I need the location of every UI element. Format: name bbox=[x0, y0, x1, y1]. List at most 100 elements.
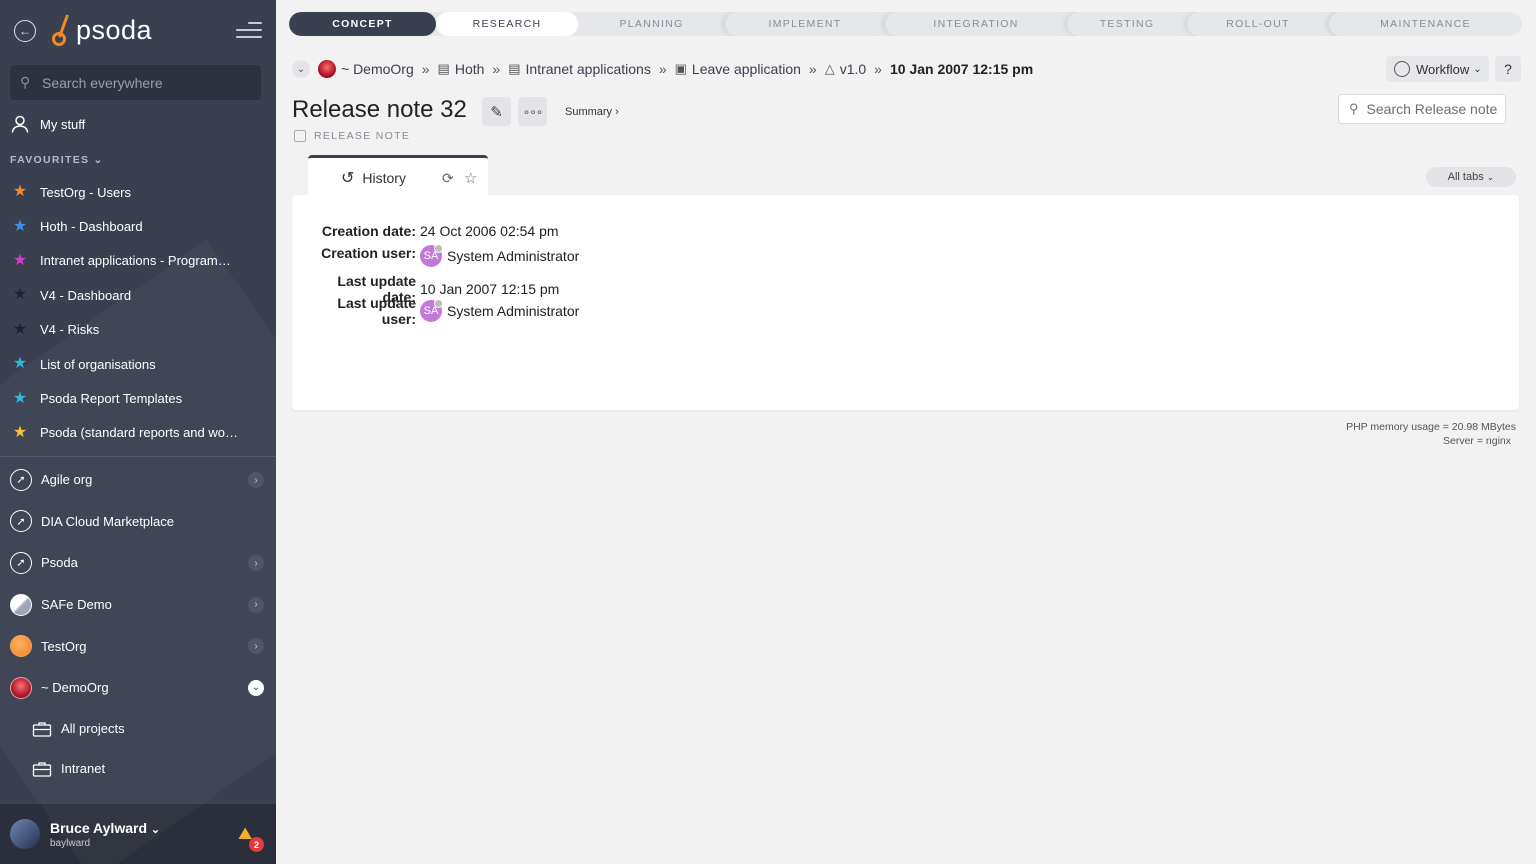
favourite-item[interactable]: ★ Psoda Report Templates bbox=[10, 381, 270, 415]
footer: PHP memory usage = 20.98 MBytes Server =… bbox=[1346, 420, 1516, 448]
favourite-item[interactable]: ★ V4 - Risks bbox=[10, 313, 270, 347]
phase-planning[interactable]: PLANNING bbox=[578, 12, 725, 36]
user-icon bbox=[11, 115, 29, 133]
user-username: baylward bbox=[50, 837, 91, 849]
star-icon: ★ bbox=[12, 389, 28, 407]
workflow-button[interactable]: Workflow ⌄ bbox=[1386, 56, 1489, 82]
star-icon: ★ bbox=[12, 183, 28, 201]
user-link[interactable]: System Administrator bbox=[447, 248, 579, 264]
workflow-label: Workflow bbox=[1416, 61, 1470, 77]
star-icon: ★ bbox=[12, 320, 28, 338]
org-item-dia-cloud-marketplace[interactable]: ➚ DIA Cloud Marketplace bbox=[0, 501, 276, 543]
briefcase-icon bbox=[32, 761, 52, 777]
chevron-right-icon[interactable]: › bbox=[248, 555, 264, 572]
chevron-down-icon: ⌄ bbox=[150, 823, 161, 836]
chevron-down-icon[interactable]: ⌄ bbox=[292, 60, 310, 78]
safe-demo-avatar bbox=[10, 593, 32, 616]
breadcrumb-current: 10 Jan 2007 12:15 pm bbox=[889, 61, 1034, 77]
favourite-label: Hoth - Dashboard bbox=[40, 219, 143, 235]
phase-bar: CONCEPT RESEARCH PLANNING IMPLEMENT INTE… bbox=[289, 12, 1522, 36]
refresh-icon[interactable]: ⟳ bbox=[442, 170, 454, 187]
breadcrumb-label: Intranet applications bbox=[525, 61, 651, 77]
org-label: Agile org bbox=[41, 472, 93, 488]
breadcrumb-hoth[interactable]: ▤ Hoth bbox=[438, 61, 485, 77]
user-link[interactable]: System Administrator bbox=[447, 303, 579, 319]
compass-icon: ➚ bbox=[10, 510, 32, 533]
organisation-list: ➚ Agile org › ➚ DIA Cloud Marketplace ➚ … bbox=[0, 459, 276, 789]
favourite-item[interactable]: ★ V4 - Dashboard bbox=[10, 278, 270, 312]
field-label: Creation date: bbox=[321, 223, 416, 239]
chevron-right-icon[interactable]: › bbox=[248, 472, 264, 488]
global-search-input[interactable] bbox=[42, 74, 257, 91]
all-tabs-label: All tabs bbox=[1447, 171, 1484, 183]
star-icon: ★ bbox=[12, 423, 28, 441]
last-update-user-field: Last update user: SA System Administrato… bbox=[304, 295, 579, 327]
org-item-safe-demo[interactable]: SAFe Demo › bbox=[0, 584, 276, 626]
sub-item-all-projects[interactable]: All projects bbox=[0, 709, 276, 749]
edit-button[interactable]: ✎ bbox=[482, 97, 511, 126]
favourite-item[interactable]: ★ Psoda (standard reports and work... bbox=[10, 416, 270, 450]
favourite-item[interactable]: ★ TestOrg - Users bbox=[10, 175, 270, 209]
breadcrumb: ⌄ ~ DemoOrg » ▤ Hoth » ▤ Intranet applicat… bbox=[292, 58, 1033, 80]
field-label: Creation user: bbox=[321, 245, 416, 261]
phase-concept[interactable]: CONCEPT bbox=[289, 12, 436, 36]
summary-link[interactable]: Summary › bbox=[565, 106, 619, 118]
psoda-logo[interactable]: psoda bbox=[50, 12, 152, 48]
star-icon[interactable]: ☆ bbox=[464, 169, 477, 187]
logo-text: psoda bbox=[76, 14, 153, 45]
more-options-button[interactable]: ∘∘∘ bbox=[518, 97, 547, 126]
star-icon: ★ bbox=[12, 355, 28, 373]
favourites-list: ★ TestOrg - Users ★ Hoth - Dashboard ★ Intr… bbox=[10, 175, 270, 450]
double-chevron-icon: » bbox=[421, 61, 430, 77]
org-label: Psoda bbox=[41, 555, 78, 571]
double-chevron-icon: » bbox=[874, 61, 882, 77]
ellipsis-icon: ∘∘∘ bbox=[522, 104, 544, 119]
org-item-psoda[interactable]: ➚ Psoda › bbox=[0, 542, 276, 584]
favourite-item[interactable]: ★ List of organisations bbox=[10, 347, 270, 381]
help-button[interactable]: ? bbox=[1495, 56, 1521, 82]
avatar: SA bbox=[420, 244, 443, 267]
collapse-menu-icon[interactable] bbox=[236, 22, 262, 40]
org-item-testorg[interactable]: TestOrg › bbox=[0, 625, 276, 667]
pencil-icon: ✎ bbox=[490, 103, 503, 121]
phase-implement[interactable]: IMPLEMENT bbox=[725, 12, 885, 36]
all-tabs-button[interactable]: All tabs ⌄ bbox=[1426, 167, 1516, 187]
phase-roll-out[interactable]: ROLL-OUT bbox=[1187, 12, 1329, 36]
double-chevron-icon: » bbox=[492, 61, 501, 77]
item-type: RELEASE NOTE bbox=[294, 130, 410, 142]
phase-testing[interactable]: TESTING bbox=[1067, 12, 1187, 36]
phase-maintenance[interactable]: MAINTENANCE bbox=[1329, 12, 1522, 36]
chevron-right-icon[interactable]: › bbox=[248, 638, 264, 655]
phase-research[interactable]: RESEARCH bbox=[436, 12, 578, 36]
release-note-search-input[interactable] bbox=[1366, 101, 1497, 117]
my-stuff-link[interactable]: My stuff bbox=[10, 114, 85, 134]
org-item-demoorg[interactable]: ~ DemoOrg ⌄ bbox=[0, 667, 276, 709]
chevron-down-icon[interactable]: ⌄ bbox=[248, 679, 264, 696]
search-icon: ⚲ bbox=[20, 74, 31, 90]
chevron-down-icon: ⌄ bbox=[93, 154, 104, 166]
tab-history[interactable]: ↺ History ⟳ ☆ bbox=[308, 155, 488, 197]
rocket-icon: △ bbox=[824, 61, 835, 76]
tab-history-label: History bbox=[362, 169, 406, 186]
user-panel[interactable]: Bruce Aylward ⌄ baylward ⛰ 2 bbox=[0, 804, 276, 864]
back-icon[interactable]: ← bbox=[14, 20, 36, 42]
breadcrumb-intranet-applications[interactable]: ▤ Intranet applications bbox=[508, 61, 651, 77]
favourite-label: TestOrg - Users bbox=[40, 184, 132, 200]
org-label: SAFe Demo bbox=[41, 597, 112, 613]
chevron-right-icon[interactable]: › bbox=[248, 596, 264, 613]
org-item-agile-org[interactable]: ➚ Agile org › bbox=[0, 459, 276, 501]
favourite-item[interactable]: ★ Hoth - Dashboard bbox=[10, 209, 270, 243]
breadcrumb-label: Leave application bbox=[691, 61, 801, 77]
phase-integration[interactable]: INTEGRATION bbox=[885, 12, 1067, 36]
notification-count: 2 bbox=[249, 837, 264, 852]
breadcrumb-leave-application[interactable]: ▣ Leave application bbox=[675, 61, 801, 77]
sub-item-intranet[interactable]: Intranet bbox=[0, 749, 276, 789]
favourite-item[interactable]: ★ Intranet applications - Programme... bbox=[10, 244, 270, 278]
sidebar-header: ← psoda bbox=[0, 0, 276, 62]
favourites-heading[interactable]: FAVOURITES ⌄ bbox=[10, 154, 104, 166]
creation-date-field: Creation date: 24 Oct 2006 02:54 pm bbox=[304, 223, 559, 239]
programme-icon: ▤ bbox=[437, 61, 450, 76]
notifications-button[interactable]: ⛰ 2 bbox=[238, 824, 264, 852]
breadcrumb-demoorg[interactable]: ~ DemoOrg bbox=[318, 60, 414, 78]
breadcrumb-release[interactable]: △ v1.0 bbox=[825, 61, 866, 77]
